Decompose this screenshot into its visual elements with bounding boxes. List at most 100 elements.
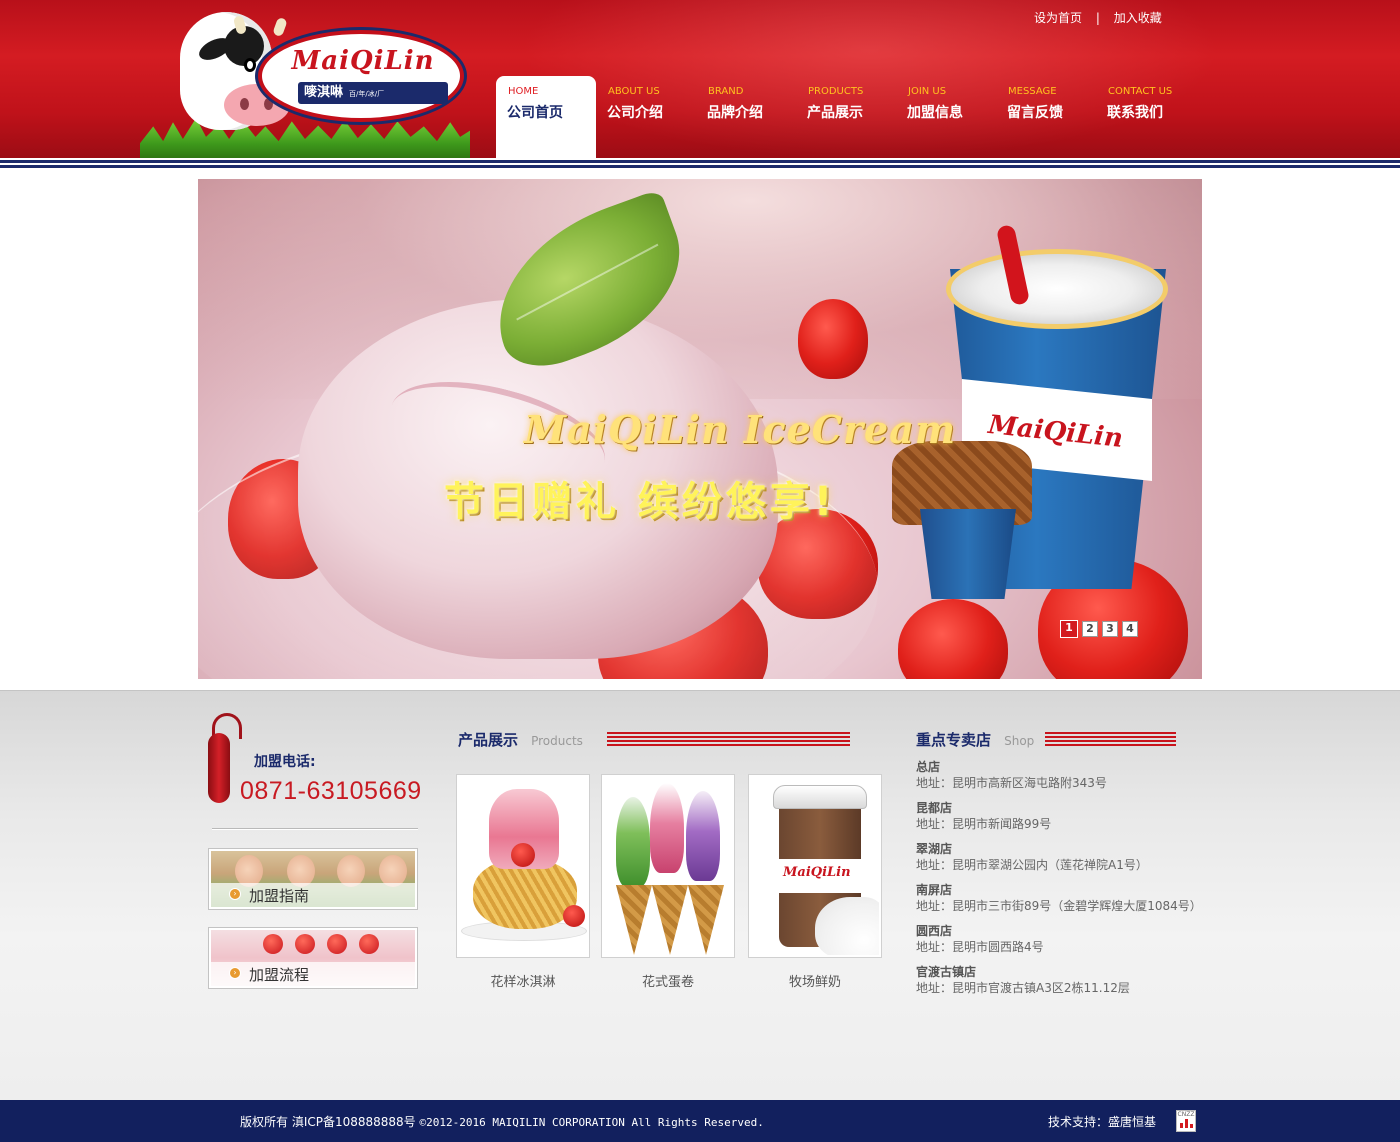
nav-item-en-label: PRODUCTS	[808, 86, 864, 97]
product-card[interactable]: MaiQiLin 牧场鲜奶	[748, 774, 882, 990]
list-item: 昆都店 地址：昆明市新闻路99号	[916, 800, 1216, 832]
shops-heading: 重点专卖店 Shop	[916, 729, 1034, 753]
site-logo[interactable]: MaiQiLin 嘜淇啉 百/年/冰/厂	[140, 0, 480, 160]
nav-item-join[interactable]: JOIN US 加盟信息	[896, 76, 996, 160]
shop-name: 总店	[916, 760, 941, 774]
logo-cn-text: 嘜淇啉	[304, 85, 344, 100]
cnzz-stats-icon[interactable]: CNZZ	[1176, 1110, 1196, 1132]
slide-pager: 1 2 3 4	[1060, 620, 1142, 638]
purple-swirl	[686, 791, 720, 881]
logo-oval	[258, 30, 464, 122]
strawberry-image	[359, 934, 379, 954]
nav-item-about[interactable]: ABOUT US 公司介绍	[596, 76, 696, 160]
nav-item-message[interactable]: MESSAGE 留言反馈	[996, 76, 1096, 160]
shops-title-cn: 重点专卖店	[916, 731, 992, 749]
join-process-label: 加盟流程	[249, 966, 310, 984]
logo-tagline-cn: 百/年/冰/厂	[349, 90, 385, 98]
green-swirl	[616, 797, 650, 887]
shop-name: 南屏店	[916, 883, 953, 897]
shop-address: 地址：昆明市高新区海屯路附343号	[916, 776, 1107, 790]
heading-decor-lines	[1045, 732, 1176, 746]
slide-dot-2[interactable]: 2	[1082, 621, 1098, 637]
product-image-milk[interactable]: MaiQiLin	[748, 774, 882, 958]
product-caption[interactable]: 花式蛋卷	[602, 971, 734, 990]
slide-dot-1[interactable]: 1	[1060, 620, 1078, 638]
strawberry-image	[511, 843, 535, 867]
product-card[interactable]: 花式蛋卷	[601, 774, 735, 990]
shop-address: 地址：昆明市三市街89号（金碧学辉煌大厦1084号）	[916, 899, 1202, 913]
set-homepage-link[interactable]: 设为首页	[1034, 11, 1082, 25]
banner-label-strip	[211, 962, 415, 986]
cone	[688, 885, 724, 955]
phone-handset	[208, 733, 230, 803]
main-nav: HOME 公司首页 ABOUT US 公司介绍 BRAND 品牌介绍 PRODU…	[496, 76, 1196, 160]
copyright-en: ©2012-2016 MAIQILIN CORPORATION All Righ…	[419, 1116, 764, 1129]
product-image-cones[interactable]	[601, 774, 735, 958]
strawberry-image	[295, 934, 315, 954]
hotline-label: 加盟电话:	[254, 754, 316, 770]
cone	[652, 885, 688, 955]
slide-dot-4[interactable]: 4	[1122, 621, 1138, 637]
nav-item-contact[interactable]: CONTACT US 联系我们	[1096, 76, 1196, 160]
noodle-ice-cream	[473, 859, 577, 929]
products-title-cn: 产品展示	[458, 731, 519, 749]
heading-decor-lines	[607, 732, 850, 746]
nav-item-en-label: ABOUT US	[608, 86, 660, 97]
nav-item-en-label: MESSAGE	[1008, 86, 1057, 97]
nav-item-brand[interactable]: BRAND 品牌介绍	[696, 76, 796, 160]
list-item: 翠湖店 地址：昆明市翠湖公园内（莲花禅院A1号）	[916, 841, 1216, 873]
cow-horn	[272, 16, 288, 38]
shop-name: 昆都店	[916, 801, 953, 815]
strawberry-image	[327, 934, 347, 954]
hero-banner[interactable]: MaiQiLin MaiQiLin IceCream 节日赠礼 缤纷悠享! 1 …	[198, 179, 1202, 679]
shop-list: 总店 地址：昆明市高新区海屯路附343号 昆都店 地址：昆明市新闻路99号 翠湖…	[916, 759, 1216, 1005]
nav-item-cn-label: 产品展示	[807, 105, 863, 121]
nav-item-home[interactable]: HOME 公司首页	[496, 76, 596, 160]
slide-dot-3[interactable]: 3	[1102, 621, 1118, 637]
copyright: 版权所有 滇ICP备108888888号 ©2012-2016 MAIQILIN…	[240, 1113, 764, 1130]
list-item: 圆西店 地址：昆明市圆西路4号	[916, 923, 1216, 955]
pink-swirl	[650, 783, 684, 873]
nav-item-en-label: BRAND	[708, 86, 744, 97]
banner-script-title: MaiQiLin IceCream	[524, 407, 957, 452]
product-image-sundae[interactable]	[456, 774, 590, 958]
grass-decoration	[140, 118, 470, 160]
join-guide-label: 加盟指南	[249, 887, 310, 905]
arrow-circle-icon: ›	[229, 888, 241, 900]
strawberry-image	[798, 299, 868, 379]
copyright-cn: 版权所有 滇ICP备108888888号	[240, 1115, 416, 1129]
strawberry-image	[563, 905, 585, 927]
product-card[interactable]: 花样冰淇淋	[456, 774, 590, 990]
join-process-banner[interactable]: › 加盟流程	[208, 927, 418, 989]
cow-eye	[244, 58, 256, 72]
main-content: 加盟电话: 0871-63105669 › 加盟指南 › 加盟流程 产品展示 P…	[0, 690, 1400, 1100]
nav-item-en-label: HOME	[508, 86, 539, 97]
top-link-separator: |	[1095, 11, 1100, 25]
banner-label-strip	[211, 883, 415, 907]
banner-slogan: 节日赠礼 缤纷悠享!	[444, 479, 837, 525]
join-guide-banner[interactable]: › 加盟指南	[208, 848, 418, 910]
shop-address: 地址：昆明市官渡古镇A3区2栋11.12层	[916, 981, 1130, 995]
nav-item-en-label: CONTACT US	[1108, 86, 1173, 97]
add-favorite-link[interactable]: 加入收藏	[1114, 11, 1162, 25]
shop-name: 翠湖店	[916, 842, 953, 856]
nav-item-cn-label: 公司介绍	[607, 105, 663, 121]
product-caption[interactable]: 牧场鲜奶	[749, 971, 881, 990]
tech-support: 技术支持：盛唐恒基	[1048, 1115, 1157, 1129]
nav-item-cn-label: 加盟信息	[907, 105, 963, 121]
cup-lid	[773, 785, 867, 809]
list-item: 总店 地址：昆明市高新区海屯路附343号	[916, 759, 1216, 791]
cup-topping	[946, 249, 1168, 329]
strawberry-image	[898, 599, 1008, 679]
shop-address: 地址：昆明市翠湖公园内（莲花禅院A1号）	[916, 858, 1148, 872]
cup-brand-text: MaiQiLin	[783, 865, 851, 880]
logo-script-text: MaiQiLin	[291, 46, 435, 76]
site-footer: 版权所有 滇ICP备108888888号 ©2012-2016 MAIQILIN…	[0, 1100, 1400, 1142]
nav-item-products[interactable]: PRODUCTS 产品展示	[796, 76, 896, 160]
product-caption[interactable]: 花样冰淇淋	[457, 971, 589, 990]
shop-name: 官渡古镇店	[916, 965, 977, 979]
products-title-en: Products	[531, 734, 583, 748]
nav-item-cn-label: 品牌介绍	[707, 105, 763, 121]
shops-title-en: Shop	[1004, 734, 1035, 748]
list-item: 官渡古镇店 地址：昆明市官渡古镇A3区2栋11.12层	[916, 964, 1216, 996]
